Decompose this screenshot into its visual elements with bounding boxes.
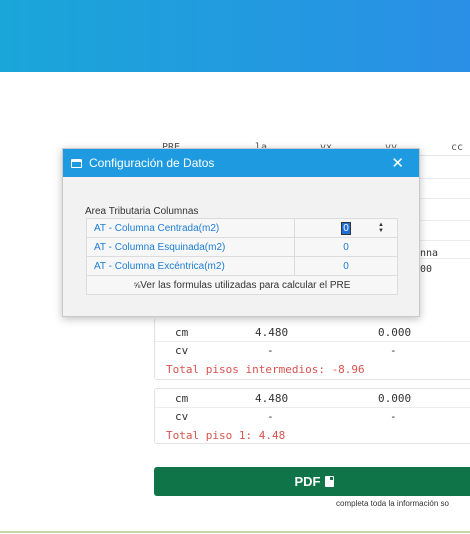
row-divider (155, 341, 470, 342)
table-row: AT - Columna Esquinada(m2) 0 (87, 238, 397, 257)
field-label: AT - Columna Esquinada(m2) (87, 238, 295, 256)
corner-column-area-input[interactable]: 0 (295, 238, 397, 256)
partial-cell-text: 00 (420, 264, 433, 275)
formulas-link-label: Ver las formulas utilizadas para calcula… (140, 279, 351, 291)
top-header-bar (0, 0, 470, 72)
table-row: AT - Columna Centrada(m2) 0 ▲ ▼ (87, 219, 397, 238)
spinner-icon[interactable]: ▲ ▼ (378, 222, 384, 234)
helper-text: completa toda la información so (336, 499, 449, 508)
row-value: - (390, 410, 397, 423)
floor-group-intermediate: cm 4.480 0.000 cv - - Total pisos interm… (154, 318, 470, 380)
dialog-title: Configuración de Datos (89, 156, 215, 170)
input-value: 0 (343, 241, 349, 253)
window-icon (71, 158, 82, 168)
footer-divider (0, 531, 470, 533)
pdf-button-label: PDF (294, 474, 321, 489)
row-label: cv (175, 344, 189, 357)
input-value: 0 (341, 221, 351, 235)
field-label: AT - Columna Excéntrica(m2) (87, 257, 295, 275)
table-row: AT - Columna Excéntrica(m2) 0 (87, 257, 397, 276)
row-value: 4.480 (255, 392, 289, 405)
eccentric-column-area-input[interactable]: 0 (295, 257, 397, 275)
row-label: cv (175, 410, 189, 423)
row-value: - (390, 344, 397, 357)
col-header-cc: cc (451, 142, 464, 153)
close-icon[interactable]: ✕ (391, 154, 404, 172)
row-label: cm (175, 326, 189, 339)
pdf-export-button[interactable]: PDF (154, 467, 470, 496)
tributary-area-table: AT - Columna Centrada(m2) 0 ▲ ▼ AT - Colu… (86, 218, 398, 295)
row-value: 0.000 (378, 392, 412, 405)
config-dialog: Configuración de Datos ✕ Area Tributaria… (62, 148, 420, 317)
row-value: - (267, 410, 274, 423)
field-label: AT - Columna Centrada(m2) (87, 219, 295, 237)
row-value: 4.480 (255, 326, 289, 339)
floor-group-1: cm 4.480 0.000 cv - - Total piso 1: 4.48 (154, 388, 470, 444)
row-value: 0.000 (378, 326, 412, 339)
row-value: - (267, 344, 274, 357)
link-icon: ⅝ (133, 280, 141, 290)
centered-column-area-input[interactable]: 0 ▲ ▼ (295, 219, 397, 237)
row-divider (155, 407, 470, 408)
dialog-title-bar[interactable]: Configuración de Datos ✕ (63, 149, 419, 177)
input-value: 0 (343, 260, 349, 272)
floor-total: Total piso 1: 4.48 (166, 429, 286, 442)
formulas-link[interactable]: ⅝ Ver las formulas utilizadas para calcu… (87, 276, 397, 294)
section-label: Area Tributaria Columnas (85, 206, 199, 217)
row-label: cm (175, 392, 189, 405)
file-icon (324, 476, 334, 487)
floor-total: Total pisos intermedios: -8.96 (166, 363, 365, 376)
